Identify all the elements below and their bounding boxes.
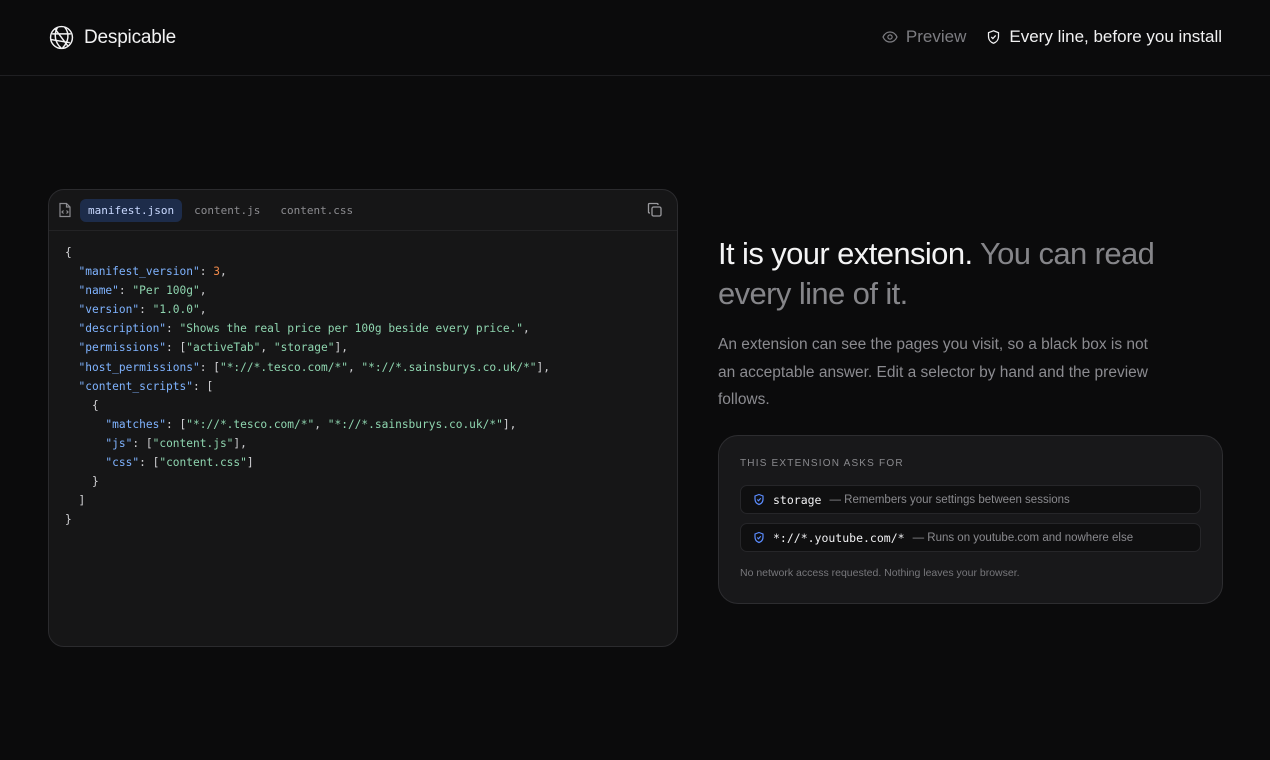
permission-row: storage — Remembers your settings betwee… (740, 485, 1201, 514)
code-line: "version": "1.0.0", (78, 303, 207, 317)
permission-desc: — Runs on youtube.com and nowhere else (912, 531, 1134, 544)
code-line: "css": ["content.css"] (105, 456, 254, 470)
tab-manifest-json[interactable]: manifest.json (80, 198, 183, 222)
globe-logo-icon (49, 25, 74, 50)
code-line: "description": "Shows the real price per… (78, 322, 530, 336)
shield-check-icon (754, 531, 764, 544)
code-body: { "manifest_version": 3, "name": "Per 10… (49, 231, 677, 529)
preview-label: Preview (905, 27, 967, 46)
shield-check-icon (988, 30, 1000, 44)
code-line: "permissions": ["activeTab", "storage"], (78, 341, 348, 355)
brand-name: Despicable (84, 26, 176, 48)
tab-content-js[interactable]: content.js (186, 199, 268, 222)
top-bar: Despicable Preview Every line, before yo… (0, 0, 1270, 76)
heading-strong: It is your extension. (718, 236, 973, 271)
permission-row: *://*.youtube.com/* — Runs on youtube.co… (740, 523, 1201, 552)
code-viewer: manifest.json content.js content.css { "… (48, 189, 678, 647)
top-nav: Preview Every line, before you install (882, 27, 1222, 47)
file-code-icon (59, 202, 71, 218)
code-line: } (65, 475, 99, 489)
code-line: "manifest_version": 3, (78, 265, 227, 279)
page-heading: It is your extension. You can read every… (718, 234, 1198, 314)
eye-icon (882, 31, 898, 43)
tab-content-css[interactable]: content.css (272, 199, 361, 222)
code-line: { (65, 246, 72, 259)
permissions-footer: No network access requested. Nothing lea… (740, 567, 1020, 579)
permission-key: storage (773, 492, 822, 507)
permissions-card: THIS EXTENSION ASKS FOR storage — Rememb… (718, 435, 1223, 604)
code-line: "host_permissions": ["*://*.tesco.com/*"… (78, 360, 551, 374)
copy-icon[interactable] (647, 202, 663, 218)
intro-paragraph: An extension can see the pages you visit… (718, 336, 1148, 408)
preview-link[interactable]: Preview (882, 27, 966, 47)
code-line: "content_scripts": [ (78, 379, 214, 393)
shield-check-icon (754, 493, 764, 506)
code-line: "name": "Per 100g", (78, 284, 207, 298)
code-line: "matches": ["*://*.tesco.com/*", "*://*.… (105, 417, 517, 431)
permission-key: *://*.youtube.com/* (773, 530, 905, 545)
file-tabs: manifest.json content.js content.css (49, 190, 677, 231)
code-line: ] (65, 494, 86, 508)
code-line: { (65, 398, 99, 412)
permission-desc: — Remembers your settings between sessio… (829, 493, 1070, 506)
brand-link[interactable]: Despicable (49, 25, 176, 50)
code-line: } (65, 513, 72, 527)
permissions-title: THIS EXTENSION ASKS FOR (740, 458, 904, 469)
every-line-label: Every line, before you install (1009, 27, 1222, 46)
every-line-link[interactable]: Every line, before you install (986, 27, 1222, 47)
code-line: "js": ["content.js"], (105, 436, 247, 450)
